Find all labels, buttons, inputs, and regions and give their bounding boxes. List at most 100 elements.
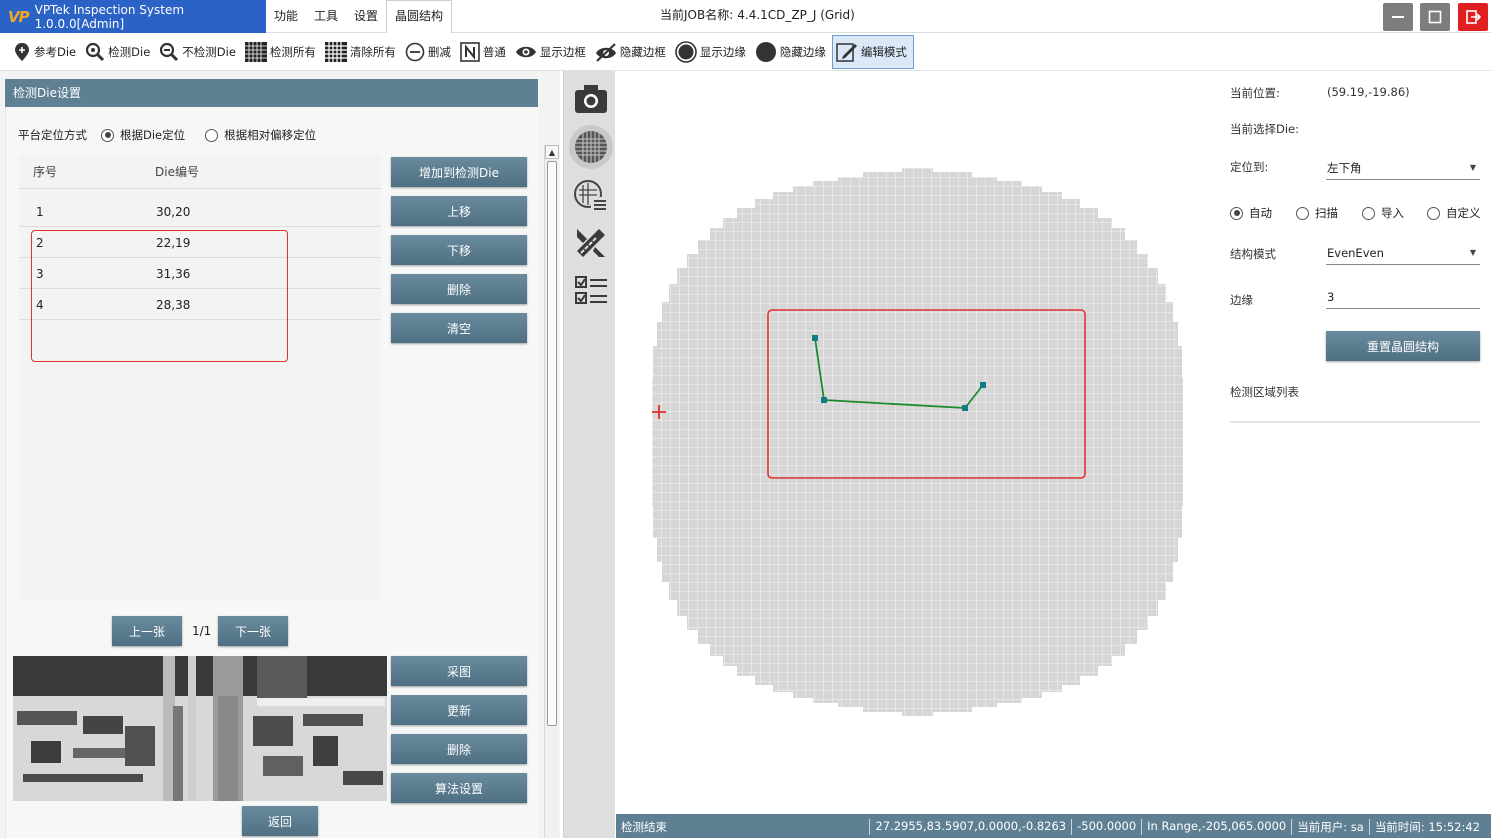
status-z: -500.0000: [1071, 819, 1141, 835]
add-inspect-die-button[interactable]: 增加到检测Die: [391, 157, 527, 187]
zoom-icon: [160, 42, 179, 61]
header-divider: [19, 188, 381, 189]
radio-scan[interactable]: [1296, 206, 1309, 220]
grid-icon: [324, 41, 347, 62]
wafer-dies[interactable]: [652, 168, 1183, 716]
checklist-tool[interactable]: [569, 269, 613, 313]
minimize-button[interactable]: [1383, 3, 1413, 31]
path-node[interactable]: [962, 405, 968, 411]
tool-normal[interactable]: 普通: [457, 35, 512, 69]
radio-offset-locate-label: 根据相对偏移定位: [224, 128, 317, 142]
wafer-map-tool[interactable]: [569, 125, 613, 169]
tool-reduce[interactable]: 删减: [402, 35, 457, 69]
radio-offset-locate[interactable]: [205, 128, 219, 142]
status-coords: 27.2955,83.5907,0.0000,-0.8263: [869, 819, 1071, 835]
n-box-icon: [460, 41, 480, 62]
left-scrollbar[interactable]: ▲ ▼: [544, 145, 559, 838]
radio-custom[interactable]: [1427, 206, 1440, 220]
measure-tool[interactable]: [569, 221, 613, 265]
path-node[interactable]: [812, 335, 818, 341]
eye-off-icon: [595, 42, 616, 62]
move-down-button[interactable]: 下移: [391, 235, 527, 265]
panel-header: 检测Die设置: [5, 79, 538, 107]
maximize-button[interactable]: [1420, 3, 1450, 31]
die-image-thumbnail: [13, 656, 387, 801]
path-node[interactable]: [821, 397, 827, 403]
wafer-map[interactable]: [652, 168, 1183, 716]
minimize-icon: [1392, 16, 1404, 18]
update-button[interactable]: 更新: [391, 695, 527, 725]
tool-hide-edge[interactable]: 隐藏边缘: [752, 35, 832, 69]
table-row[interactable]: 1 30,20: [19, 196, 381, 227]
tool-reference-die[interactable]: 参考Die: [10, 35, 82, 69]
locate-mode-label: 平台定位方式: [18, 128, 87, 142]
menu-tools[interactable]: 工具: [306, 0, 346, 33]
exit-button[interactable]: [1458, 3, 1488, 31]
structure-mode-select[interactable]: EvenEven ▼: [1326, 241, 1480, 265]
minus-circle-icon: [405, 42, 425, 61]
tool-label: 隐藏边框: [619, 44, 666, 59]
tool-inspect-die[interactable]: 检测Die: [82, 35, 156, 69]
radio-die-locate[interactable]: [101, 128, 114, 142]
status-time-label: 当前时间:: [1374, 820, 1425, 834]
maximize-icon: [1428, 10, 1442, 24]
pin-icon: [15, 42, 29, 61]
exit-icon: [1466, 10, 1481, 24]
tool-label: 显示边框: [539, 44, 586, 59]
back-button[interactable]: 返回: [242, 806, 318, 836]
delete-button[interactable]: 删除: [391, 274, 527, 304]
tool-edit-mode[interactable]: 编辑模式: [831, 34, 914, 69]
menu-settings[interactable]: 设置: [346, 0, 386, 33]
tool-label: 检测所有: [269, 44, 316, 59]
ruler-pencil-icon: [577, 229, 605, 257]
delete-image-button[interactable]: 删除: [391, 734, 527, 764]
job-label: 当前JOB名称:: [660, 8, 734, 22]
status-user: 当前用户: sa: [1291, 819, 1369, 835]
radio-import[interactable]: [1362, 206, 1375, 220]
status-time: 当前时间: 15:52:42: [1368, 819, 1485, 835]
clear-button[interactable]: 清空: [391, 313, 527, 343]
mode-custom[interactable]: 自定义: [1427, 205, 1481, 221]
tool-label: 显示边缘: [699, 44, 746, 59]
capture-button[interactable]: 采图: [391, 656, 527, 686]
selected-die-label: 当前选择Die:: [1230, 122, 1299, 136]
tool-hide-border[interactable]: 隐藏边框: [592, 35, 672, 69]
reset-wafer-structure-button[interactable]: 重置晶圆结构: [1326, 331, 1480, 361]
page-indicator: 1/1: [192, 624, 212, 638]
scroll-thumb[interactable]: [547, 161, 557, 726]
edit-icon: [836, 42, 857, 62]
menu-bar: 功能 工具 设置 晶圆结构: [266, 0, 453, 33]
region-list-label: 检测区域列表: [1230, 385, 1299, 399]
mode-auto[interactable]: 自动: [1230, 205, 1272, 221]
edge-input[interactable]: 3: [1326, 285, 1480, 309]
status-message: 检测结束: [621, 820, 667, 834]
algorithm-settings-button[interactable]: 算法设置: [391, 773, 527, 803]
menu-wafer-structure[interactable]: 晶圆结构: [386, 0, 453, 33]
prev-image-button[interactable]: 上一张: [112, 616, 182, 646]
selection-highlight: [31, 230, 288, 362]
tool-show-edge[interactable]: 显示边缘: [672, 35, 752, 69]
tool-show-border[interactable]: 显示边框: [512, 35, 592, 69]
wafer-list-tool[interactable]: [569, 173, 613, 217]
move-up-button[interactable]: 上移: [391, 196, 527, 226]
camera-tool[interactable]: [569, 77, 613, 121]
mode-scan[interactable]: 扫描: [1296, 205, 1338, 221]
chevron-down-icon: ▼: [1469, 248, 1476, 257]
checklist-icon: [575, 276, 607, 304]
tool-clear-all[interactable]: 清除所有: [322, 35, 402, 69]
tool-inspect-all[interactable]: 检测所有: [242, 35, 322, 69]
wafer-grid-icon: [575, 131, 607, 163]
app-logo: VP: [8, 7, 30, 26]
radio-auto[interactable]: [1230, 206, 1243, 220]
next-image-button[interactable]: 下一张: [218, 616, 288, 646]
mode-import[interactable]: 导入: [1362, 205, 1404, 221]
die-image: [13, 656, 387, 801]
tool-label: 检测Die: [108, 44, 151, 59]
menu-function[interactable]: 功能: [266, 0, 306, 33]
scroll-up-arrow[interactable]: ▲: [545, 145, 559, 159]
locate-to-select[interactable]: 左下角 ▼: [1326, 156, 1480, 180]
path-node[interactable]: [980, 382, 986, 388]
tool-skip-die[interactable]: 不检测Die: [156, 35, 242, 69]
region-list[interactable]: [1230, 405, 1480, 423]
tool-label: 参考Die: [34, 44, 77, 59]
